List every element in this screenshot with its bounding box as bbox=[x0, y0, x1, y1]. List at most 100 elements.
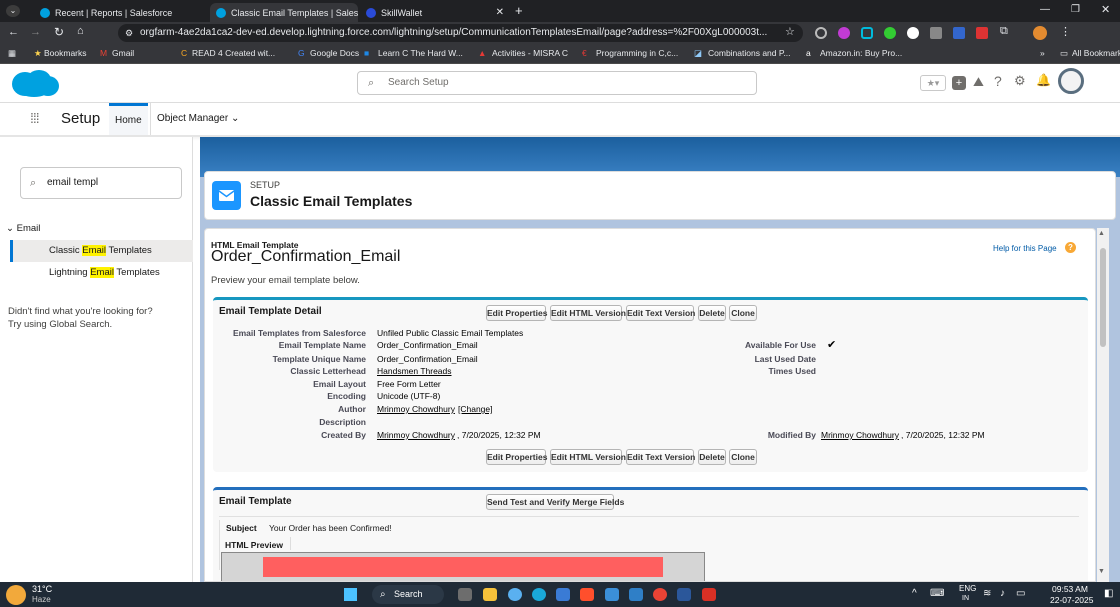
bookmark-item[interactable]: Bookmarks bbox=[44, 48, 87, 58]
tab-skillwallet[interactable]: SkillWallet ✕ bbox=[360, 3, 510, 22]
extensions-puzzle-icon[interactable]: ⧉ bbox=[1000, 25, 1008, 38]
tree-item-classic-email-templates[interactable]: Classic Email Templates bbox=[10, 240, 193, 262]
keyboard-icon[interactable]: ⌨ bbox=[930, 588, 944, 599]
edit-text-version-button[interactable]: Edit Text Version bbox=[626, 449, 695, 465]
change-author-link[interactable]: [Change] bbox=[458, 404, 493, 414]
trailhead-icon[interactable]: ⛰ bbox=[973, 74, 984, 90]
help-link[interactable]: Help for this Page bbox=[993, 244, 1057, 253]
delete-button[interactable]: Delete bbox=[698, 305, 726, 321]
edit-html-version-button[interactable]: Edit HTML Version bbox=[550, 449, 626, 465]
notification-icon[interactable]: ◧ bbox=[1104, 588, 1113, 599]
bookmark-item[interactable]: Programming in C,c... bbox=[596, 48, 678, 58]
scrollbar-thumb[interactable] bbox=[1100, 248, 1106, 347]
volume-icon[interactable]: ♪ bbox=[1000, 588, 1005, 599]
vscode-icon[interactable] bbox=[629, 588, 643, 601]
bookmark-item[interactable]: Activities - MISRA C bbox=[492, 48, 568, 58]
weather-icon[interactable] bbox=[6, 585, 26, 605]
app-launcher-icon[interactable]: ⁞⁞⁞ bbox=[30, 110, 40, 126]
extension-icon[interactable] bbox=[838, 27, 850, 39]
delete-button[interactable]: Delete bbox=[698, 449, 726, 465]
word-icon[interactable] bbox=[677, 588, 691, 601]
url-bar[interactable]: ⚙ orgfarm-4ae2da1ca2-dev-ed.develop.ligh… bbox=[118, 24, 803, 42]
acrobat-icon[interactable] bbox=[702, 588, 716, 601]
bookmark-item[interactable]: Google Docs bbox=[310, 48, 359, 58]
close-window-icon[interactable]: ✕ bbox=[1101, 3, 1110, 16]
wifi-icon[interactable]: ≋ bbox=[983, 588, 991, 599]
app-icon[interactable] bbox=[508, 588, 522, 601]
edge-icon[interactable] bbox=[532, 588, 546, 601]
tab-search-icon[interactable]: ⌄ bbox=[6, 5, 20, 17]
extension-icon[interactable] bbox=[884, 27, 896, 39]
user-avatar[interactable] bbox=[1058, 68, 1084, 94]
modified-by-link[interactable]: Mrinmoy Chowdhury bbox=[821, 430, 899, 440]
setup-gear-icon[interactable]: ⚙ bbox=[1014, 73, 1026, 89]
extension-icon[interactable] bbox=[861, 27, 873, 39]
letterhead-link[interactable]: Handsmen Threads bbox=[377, 366, 452, 376]
extension-icon[interactable] bbox=[976, 27, 988, 39]
edit-properties-button[interactable]: Edit Properties bbox=[486, 449, 547, 465]
home-icon[interactable]: ⌂ bbox=[77, 25, 84, 37]
browser-menu-icon[interactable]: ⋮ bbox=[1060, 25, 1071, 38]
chevron-down-icon[interactable]: ⌄ bbox=[231, 113, 239, 124]
file-explorer-icon[interactable] bbox=[483, 588, 497, 601]
quick-find-input[interactable]: ⌕ email templ bbox=[20, 167, 182, 199]
favorites-star-icon[interactable]: ★▾ bbox=[920, 75, 946, 91]
notifications-bell-icon[interactable]: 🔔 bbox=[1036, 73, 1051, 87]
created-by-link[interactable]: Mrinmoy Chowdhury bbox=[377, 430, 455, 440]
task-view-icon[interactable] bbox=[458, 588, 472, 601]
bookmark-item[interactable]: READ 4 Created wit... bbox=[192, 48, 275, 58]
extension-icon[interactable] bbox=[953, 27, 965, 39]
help-question-icon[interactable]: ? bbox=[1065, 242, 1076, 253]
windows-start-icon[interactable] bbox=[344, 588, 357, 601]
clone-button[interactable]: Clone bbox=[729, 449, 757, 465]
tab-home[interactable]: Home bbox=[109, 103, 148, 135]
bookmark-item[interactable]: Amazon.in: Buy Pro... bbox=[820, 48, 902, 58]
extension-icon[interactable] bbox=[815, 27, 827, 39]
extension-icon[interactable] bbox=[930, 27, 942, 39]
bookmark-item[interactable]: Gmail bbox=[112, 48, 134, 58]
global-actions-icon[interactable]: + bbox=[952, 76, 966, 90]
back-icon[interactable]: ← bbox=[8, 26, 19, 38]
help-icon[interactable]: ? bbox=[994, 73, 1002, 89]
close-tab-icon[interactable]: ✕ bbox=[490, 7, 504, 18]
taskbar-search[interactable]: ⌕ Search bbox=[372, 585, 444, 604]
reload-icon[interactable]: ↻ bbox=[54, 25, 64, 39]
author-link[interactable]: Mrinmoy Chowdhury bbox=[377, 404, 455, 414]
clock-date[interactable]: 22-07-2025 bbox=[1050, 595, 1093, 605]
language-indicator[interactable]: ENG bbox=[959, 584, 976, 593]
bookmark-star-icon[interactable]: ☆ bbox=[785, 25, 795, 38]
edit-text-version-button[interactable]: Edit Text Version bbox=[626, 305, 695, 321]
profile-avatar[interactable] bbox=[1033, 26, 1047, 40]
tree-group-email[interactable]: ⌄ Email bbox=[6, 223, 40, 234]
new-tab-icon[interactable]: + bbox=[515, 3, 523, 18]
app-icon[interactable] bbox=[556, 588, 570, 601]
forward-icon[interactable]: → bbox=[30, 26, 41, 38]
all-bookmarks-link[interactable]: All Bookmarks bbox=[1072, 48, 1120, 58]
scroll-up-icon[interactable]: ▲ bbox=[1098, 230, 1105, 237]
store-icon[interactable] bbox=[605, 588, 619, 601]
restore-icon[interactable]: ❐ bbox=[1071, 4, 1080, 15]
bookmark-item[interactable]: Combinations and P... bbox=[708, 48, 791, 58]
minimize-icon[interactable]: — bbox=[1040, 4, 1050, 15]
tree-item-lightning-email-templates[interactable]: Lightning Email Templates bbox=[49, 267, 160, 278]
tab-recent-reports[interactable]: Recent | Reports | Salesforce ✕ bbox=[34, 3, 174, 22]
battery-icon[interactable]: ▭ bbox=[1016, 588, 1025, 599]
extension-icon[interactable] bbox=[907, 27, 919, 39]
close-tab-icon[interactable]: ✕ bbox=[172, 7, 174, 18]
site-info-icon[interactable]: ⚙ bbox=[125, 24, 133, 42]
brave-icon[interactable] bbox=[580, 588, 594, 601]
global-search-input[interactable]: ⌕ Search Setup bbox=[357, 71, 757, 95]
tab-classic-email-templates[interactable]: Classic Email Templates | Salesf ✕ bbox=[210, 3, 358, 22]
clone-button[interactable]: Clone bbox=[729, 305, 757, 321]
bookmark-item[interactable]: Learn C The Hard W... bbox=[378, 48, 463, 58]
tray-expand-icon[interactable]: ^ bbox=[912, 588, 917, 599]
edit-properties-button[interactable]: Edit Properties bbox=[486, 305, 547, 321]
salesforce-cloud-logo[interactable] bbox=[8, 69, 60, 98]
content-scrollbar[interactable]: ▲ ▼ bbox=[1097, 228, 1109, 582]
send-test-button[interactable]: Send Test and Verify Merge Fields bbox=[486, 494, 624, 510]
clock-time[interactable]: 09:53 AM bbox=[1052, 584, 1088, 594]
chrome-icon[interactable] bbox=[653, 588, 667, 601]
edit-html-version-button[interactable]: Edit HTML Version bbox=[550, 305, 626, 321]
tab-object-manager[interactable]: Object Manager ⌄ bbox=[150, 103, 245, 135]
more-bookmarks-icon[interactable]: » bbox=[1040, 48, 1045, 58]
